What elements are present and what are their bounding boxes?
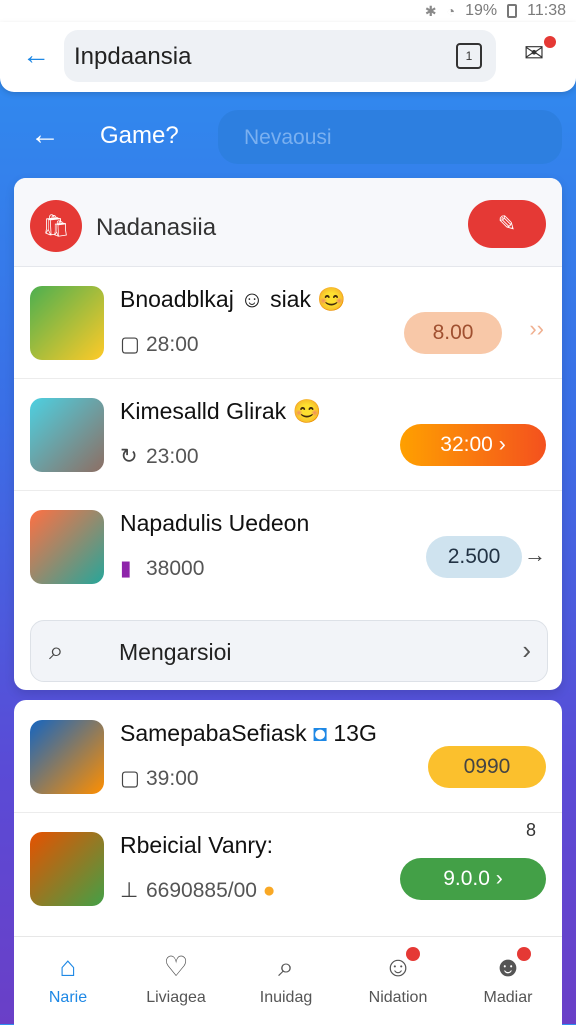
app-name: Napadulis Uedeon	[120, 510, 310, 536]
pin-icon: ⊥	[120, 879, 139, 902]
app-meta: ▮ 38000	[120, 557, 205, 580]
app-meta: ⊥ 6690885/00 ●	[120, 879, 276, 902]
game-icon	[30, 720, 104, 794]
app-meta: ▢ 39:00	[120, 767, 199, 790]
notification-badge	[544, 36, 556, 48]
search-icon: ⌕	[49, 635, 64, 665]
arrow-right-icon: →	[524, 542, 546, 567]
game-icon	[30, 832, 104, 906]
shield-icon: ◘	[313, 720, 327, 746]
app-name: Rbeicial Vanry:	[120, 832, 273, 858]
battery-icon	[507, 4, 518, 18]
price-button[interactable]: 2.500	[426, 536, 522, 578]
nav-badge	[516, 947, 531, 961]
coin-icon: ●	[262, 879, 276, 902]
tabs-icon[interactable]: 1	[456, 43, 482, 69]
app-row[interactable]: Bnoadblkaj ☺ siak 😊 ▢ 28:00 8.00 ››	[14, 266, 562, 379]
app-row[interactable]: SamepabaSefiask ◘ 13G ▢ 39:00 0990	[14, 700, 562, 813]
search-icon: ⌕	[278, 951, 294, 982]
game-icon	[30, 286, 104, 360]
calendar-icon: ▢	[120, 767, 140, 790]
nav-label: Nidation	[368, 989, 428, 1006]
edit-button[interactable]: ✎	[468, 200, 546, 248]
app-row[interactable]: Kimesalld Glirak 😊 ↻ 23:00 32:00 ›	[14, 378, 562, 491]
price-button[interactable]: 9.0.0 ›	[400, 858, 546, 900]
store-card: 🛍 Nadanasiia ✎ Bnoadblkaj ☺ siak 😊 ▢ 28:0…	[14, 178, 562, 690]
nav-item-search[interactable]: ⌕ Inuidag	[236, 951, 336, 1007]
store-title: Nadanasiia	[96, 214, 217, 241]
top-app-bar: ← Inpdaansia 1 ✉	[0, 22, 576, 92]
search-input-text: Inpdaansia	[74, 43, 192, 70]
wifi-icon: ◔	[446, 3, 456, 19]
profile-icon: ☻	[493, 947, 531, 983]
nav-item-home[interactable]: ⌂ Narie	[18, 951, 118, 1007]
purple-badge-icon: ▮	[120, 557, 132, 580]
nav-label: Madiar	[483, 989, 533, 1006]
store-card-header: 🛍 Nadanasiia ✎	[14, 178, 562, 267]
nav-label: Inuidag	[259, 989, 313, 1006]
nav-item-profile[interactable]: ☻ Madiar	[458, 947, 558, 1007]
chevron-right-icon: ›	[522, 635, 531, 665]
app-row[interactable]: Napadulis Uedeon ▮ 38000 2.500 →	[14, 490, 562, 602]
game-icon	[30, 510, 104, 584]
app-meta: ▢ 28:00	[120, 333, 199, 356]
nav-item-notifications[interactable]: ☺ Nidation	[348, 947, 448, 1007]
nav-badge	[406, 947, 421, 961]
nav-item-favorites[interactable]: ♡ Liviagea	[126, 951, 226, 1007]
status-right: ✱ ◔ 19% 11:38	[425, 0, 566, 22]
store-bag-icon: 🛍	[30, 200, 82, 252]
nav-label: Narie	[48, 989, 88, 1006]
bottom-navigation: ⌂ Narie ♡ Liviagea ⌕ Inuidag ☺ Nidation …	[14, 936, 562, 1025]
price-button[interactable]: 8.00	[404, 312, 502, 354]
games-search-input[interactable]: Nevaousi	[218, 110, 562, 164]
game-icon	[30, 398, 104, 472]
calendar-icon: ▢	[120, 333, 140, 356]
app-name: Bnoadblkaj ☺ siak 😊	[120, 286, 347, 312]
games-search-placeholder: Nevaousi	[244, 126, 332, 149]
clock: 11:38	[527, 2, 566, 19]
nav-label: Liviagea	[146, 989, 206, 1006]
back-arrow-icon[interactable]: ←	[30, 120, 60, 150]
notification-icon[interactable]: ✉	[524, 36, 556, 68]
app-row[interactable]: Rbeicial Vanry: 8 ⊥ 6690885/00 ● 9.0.0 ›	[14, 812, 562, 924]
heart-icon: ♡	[163, 951, 189, 982]
search-input[interactable]: Inpdaansia 1	[64, 30, 496, 82]
page-title: Game?	[100, 122, 179, 149]
search-row[interactable]: ⌕ Mengarsioi ›	[30, 620, 548, 682]
games-header: ← Game? Nevaousi	[0, 92, 576, 178]
back-arrow-icon[interactable]: ←	[22, 40, 52, 70]
app-name: Kimesalld Glirak 😊	[120, 398, 322, 424]
bluetooth-icon: ✱	[424, 2, 437, 19]
app-meta: ↻ 23:00	[120, 445, 199, 468]
user-icon: ☺	[384, 947, 421, 983]
home-icon: ⌂	[59, 951, 77, 982]
refresh-icon: ↻	[120, 445, 138, 468]
price-button[interactable]: 32:00 ›	[400, 424, 546, 466]
app-name: SamepabaSefiask ◘ 13G	[120, 720, 377, 746]
status-bar: ✱ ◔ 19% 11:38	[0, 0, 576, 22]
search-row-label: Mengarsioi	[119, 639, 232, 665]
app-extra: 8	[525, 820, 536, 840]
price-button[interactable]: 0990	[428, 746, 546, 788]
chevron-right-icon: ››	[529, 316, 544, 341]
battery-percent: 19%	[465, 2, 498, 19]
